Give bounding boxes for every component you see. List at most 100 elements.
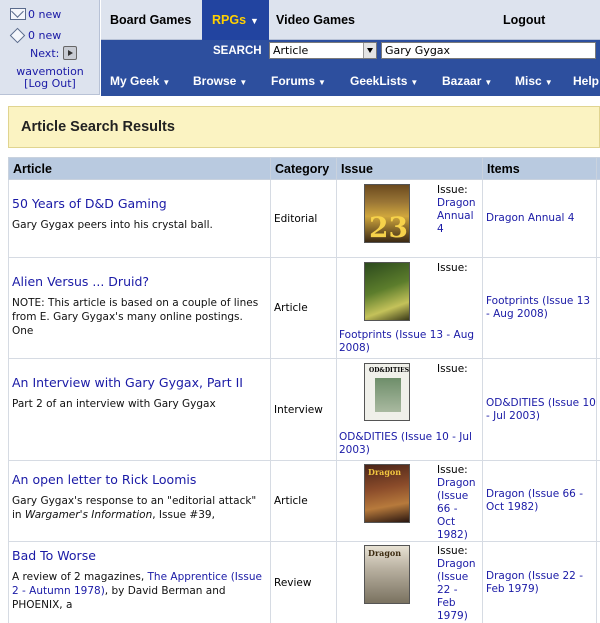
extra-cell	[596, 541, 600, 623]
extra-cell	[596, 460, 600, 542]
header-category[interactable]: Category	[270, 157, 337, 180]
issue-cover-image[interactable]: Dragon	[364, 545, 410, 604]
items-link[interactable]: Dragon (Issue 22 - Feb 1979)	[486, 570, 583, 595]
messages-count[interactable]: 0 new	[28, 8, 61, 21]
article-description-text: A review of 2 magazines,	[12, 571, 148, 583]
page-title: Article Search Results	[21, 119, 175, 135]
article-description: Part 2 of an interview with Gary Gygax	[12, 398, 216, 410]
article-description: Gary Gygax peers into his crystal ball.	[12, 219, 213, 231]
items-link[interactable]: Dragon (Issue 66 - Oct 1982)	[486, 488, 583, 513]
tab-rpgs-label[interactable]: RPGs	[212, 13, 246, 27]
menu-bazaar[interactable]: Bazaar ▼	[442, 74, 492, 88]
items-link[interactable]: Footprints (Issue 13 - Aug 2008)	[486, 295, 590, 320]
items-cell: Dragon (Issue 66 - Oct 1982)	[482, 460, 597, 542]
user-box: 0 new 0 new Next: wavemotion [Log Out]	[0, 0, 100, 95]
extra-cell	[596, 358, 600, 461]
article-title-link[interactable]: Bad To Worse	[12, 548, 267, 563]
top-nav: Board Games RPGs ▼ Video Games Logout	[101, 0, 600, 40]
table-row: An Interview with Gary Gygax, Part II Pa…	[8, 358, 600, 461]
issue-link[interactable]: Dragon (Issue 66 - Oct 1982)	[437, 477, 476, 541]
search-input[interactable]: Gary Gygax	[381, 42, 596, 59]
menu-browse-label[interactable]: Browse	[193, 74, 236, 88]
issue-link[interactable]: Dragon Annual 4	[437, 197, 476, 235]
article-description: NOTE: This article is based on a couple …	[12, 297, 259, 337]
title-band: Article Search Results	[8, 106, 600, 148]
chevron-down-icon: ▼	[239, 78, 248, 87]
menu-forums[interactable]: Forums ▼	[271, 74, 326, 88]
issue-link[interactable]: Footprints (Issue 13 - Aug 2008)	[339, 329, 479, 355]
menu-my-geek[interactable]: My Geek ▼	[110, 74, 170, 88]
mail-icon[interactable]	[10, 8, 26, 20]
chevron-down-icon: ▼	[410, 78, 419, 87]
menu-geeklists[interactable]: GeekLists ▼	[350, 74, 418, 88]
items-cell: OD&DITIES (Issue 10 - Jul 2003)	[482, 358, 597, 461]
issue-link[interactable]: OD&DITIES (Issue 10 - Jul 2003)	[339, 431, 479, 457]
article-title-link[interactable]: An open letter to Rick Loomis	[12, 472, 267, 487]
article-title-link[interactable]: 50 Years of D&D Gaming	[12, 196, 267, 211]
issue-cover-image[interactable]	[364, 262, 410, 321]
tag-icon[interactable]	[9, 27, 26, 44]
logout-link[interactable]: Logout	[503, 0, 545, 40]
table-row: An open letter to Rick Loomis Gary Gygax…	[8, 460, 600, 542]
items-cell: Dragon Annual 4	[482, 179, 597, 258]
table-row: Alien Versus ... Druid? NOTE: This artic…	[8, 257, 600, 359]
menu-forums-label[interactable]: Forums	[271, 74, 315, 88]
issue-cover-image[interactable]: 23	[364, 184, 410, 244]
issue-prefix: Issue:	[437, 363, 468, 375]
category-cell: Interview	[270, 358, 337, 461]
header-items[interactable]: Items	[482, 157, 597, 180]
menu-browse[interactable]: Browse ▼	[193, 74, 247, 88]
issue-prefix: Issue:	[437, 545, 468, 557]
cover-number: 23	[369, 211, 408, 244]
category-cell: Review	[270, 541, 337, 623]
dropdown-arrow-icon[interactable]	[363, 43, 376, 58]
next-label[interactable]: Next:	[30, 47, 59, 60]
messages-row[interactable]: 0 new	[10, 8, 61, 21]
menu-my-geek-label[interactable]: My Geek	[110, 74, 159, 88]
items-link[interactable]: OD&DITIES (Issue 10 - Jul 2003)	[486, 397, 596, 422]
logout-small-link[interactable]: [Log Out]	[0, 77, 100, 90]
chevron-down-icon: ▼	[162, 78, 171, 87]
chevron-down-icon: ▼	[250, 16, 259, 26]
search-type-select[interactable]: Article	[269, 42, 377, 59]
tags-row[interactable]: 0 new	[9, 27, 61, 44]
results-table: Article Category Issue Items 50 Years of…	[8, 157, 600, 623]
header-article[interactable]: Article	[8, 157, 271, 180]
tab-video-games[interactable]: Video Games	[276, 0, 355, 40]
next-row[interactable]: Next:	[30, 46, 77, 60]
next-arrow-icon[interactable]	[63, 46, 77, 60]
table-row: Bad To Worse A review of 2 magazines, Th…	[8, 541, 600, 623]
article-title-link[interactable]: An Interview with Gary Gygax, Part II	[12, 375, 267, 390]
cover-title: OD&DITIES	[369, 367, 410, 374]
chevron-down-icon: ▼	[544, 78, 553, 87]
article-description: Gary Gygax's response to an "editorial a…	[12, 494, 267, 522]
issue-link[interactable]: Dragon (Issue 22 - Feb 1979)	[437, 558, 476, 622]
article-cell: 50 Years of D&D Gaming Gary Gygax peers …	[8, 179, 271, 258]
article-title-link[interactable]: Alien Versus ... Druid?	[12, 274, 267, 289]
menu-geeklists-label[interactable]: GeekLists	[350, 74, 407, 88]
article-cell: An open letter to Rick Loomis Gary Gygax…	[8, 460, 271, 542]
issue-label: Issue: Dragon (Issue 22 - Feb 1979)	[437, 545, 477, 623]
tab-board-games[interactable]: Board Games	[110, 0, 191, 40]
header-issue[interactable]: Issue	[336, 157, 483, 180]
menu-misc-label[interactable]: Misc	[515, 74, 542, 88]
search-query[interactable]: Gary Gygax	[385, 44, 450, 57]
search-type-value[interactable]: Article	[273, 44, 308, 57]
article-description: A review of 2 magazines, The Apprentice …	[12, 570, 267, 612]
tags-count[interactable]: 0 new	[28, 29, 61, 42]
extra-cell	[596, 257, 600, 359]
menu-misc[interactable]: Misc ▼	[515, 74, 553, 88]
category-cell: Editorial	[270, 179, 337, 258]
issue-cover-image[interactable]: Dragon	[364, 464, 410, 523]
issue-cell: OD&DITIES Issue: OD&DITIES (Issue 10 - J…	[336, 358, 483, 461]
issue-label: Issue: Dragon Annual 4	[437, 184, 477, 236]
issue-prefix: Issue:	[437, 184, 468, 196]
category-cell: Article	[270, 460, 337, 542]
menu-help[interactable]: Help	[573, 74, 599, 88]
issue-cover-image[interactable]: OD&DITIES	[364, 363, 410, 421]
items-link[interactable]: Dragon Annual 4	[486, 212, 574, 224]
tab-rpgs[interactable]: RPGs ▼	[202, 0, 269, 40]
article-cell: Alien Versus ... Druid? NOTE: This artic…	[8, 257, 271, 359]
menu-bazaar-label[interactable]: Bazaar	[442, 74, 481, 88]
table-header-row: Article Category Issue Items	[8, 157, 600, 180]
